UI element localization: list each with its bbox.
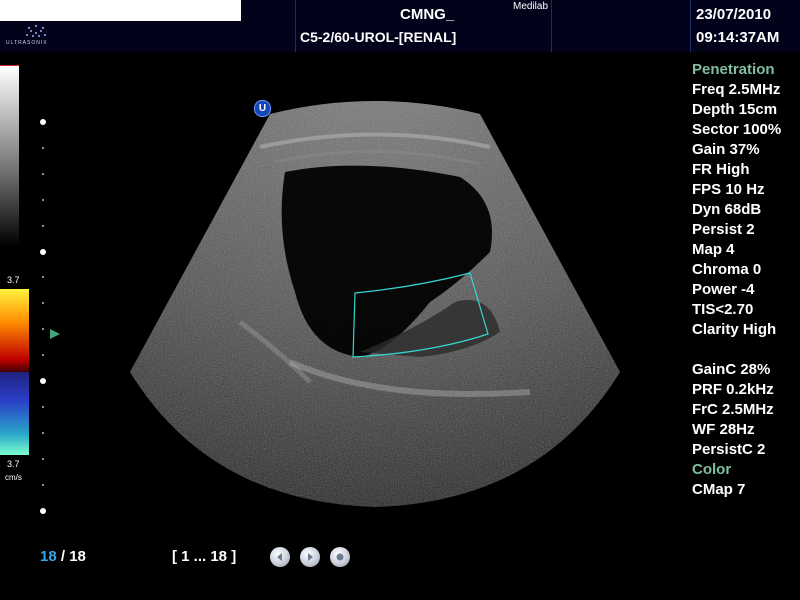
play-button[interactable] — [300, 547, 320, 567]
param-bmode-0: Freq 2.5MHz — [692, 81, 781, 98]
param-bmode-6: Dyn 68dB — [692, 201, 762, 218]
color-scale-min: 3.7 — [7, 459, 20, 469]
logo-text: ULTRASONIX — [6, 40, 48, 46]
param-bmode-11: TIS<2.70 — [692, 301, 754, 318]
exam-title: CMNG_ — [400, 6, 455, 23]
play-icon — [308, 553, 313, 561]
exam-time: 09:14:37AM — [696, 29, 780, 46]
param-bmode-2: Sector 100% — [692, 121, 782, 138]
param-bmode-9: Chroma 0 — [692, 261, 762, 278]
depth-tick-major — [40, 248, 46, 255]
bmode-section-label: Penetration — [692, 61, 775, 78]
exam-date: 23/07/2010 — [696, 6, 772, 23]
frame-current: 18 — [40, 548, 57, 565]
parameter-panel: Penetration Freq 2.5MHz Depth 15cm Sector … — [692, 60, 781, 500]
depth-tick-minor — [42, 198, 44, 201]
stop-button[interactable] — [330, 547, 350, 567]
param-bmode-3: Gain 37% — [692, 141, 760, 158]
depth-tick-major — [40, 507, 46, 514]
depth-tick-minor — [42, 405, 44, 408]
step-back-icon — [277, 553, 282, 561]
logo-icon — [26, 25, 46, 37]
param-cmap: CMap 7 — [692, 481, 746, 498]
probe-preset: C5-2/60-UROL-[RENAL] — [300, 29, 457, 45]
organization-name: Medilab — [513, 1, 549, 12]
frame-range: [ 1 ... 18 ] — [172, 548, 237, 565]
depth-tick-major — [40, 119, 46, 125]
param-bmode-10: Power -4 — [692, 281, 755, 298]
param-bmode-8: Map 4 — [692, 241, 735, 258]
focus-marker-icon[interactable] — [50, 329, 60, 339]
depth-tick-minor — [42, 483, 44, 486]
param-bmode-1: Depth 15cm — [692, 101, 778, 118]
color-scale-positive — [0, 289, 29, 372]
param-color-0: GainC 28% — [692, 361, 771, 378]
color-scale-max: 3.7 — [7, 275, 20, 285]
param-color-2: FrC 2.5MHz — [692, 401, 774, 418]
ultrasound-image[interactable] — [60, 52, 680, 542]
header-divider — [551, 0, 552, 52]
param-bmode-7: Persist 2 — [692, 221, 755, 238]
param-bmode-12: Clarity High — [692, 321, 777, 338]
depth-tick-minor — [42, 146, 44, 149]
depth-tick-minor — [42, 457, 44, 460]
depth-tick-minor — [42, 276, 44, 279]
grayscale-bar — [0, 66, 19, 246]
frame-total: / 18 — [60, 548, 86, 565]
depth-tick-minor — [42, 431, 44, 434]
depth-tick-minor — [42, 172, 44, 175]
depth-tick-major — [40, 378, 46, 384]
header-divider — [690, 0, 691, 52]
velocity-unit: cm/s — [5, 473, 22, 482]
color-scale-negative — [0, 372, 29, 455]
depth-tick-minor — [42, 224, 44, 227]
color-section-label: Color — [692, 461, 732, 478]
depth-tick-minor — [42, 302, 44, 305]
step-back-button[interactable] — [270, 547, 290, 567]
param-color-1: PRF 0.2kHz — [692, 381, 774, 398]
frame-counter: 18 / 18 — [40, 548, 86, 565]
param-color-4: PersistC 2 — [692, 441, 766, 458]
header-divider — [295, 0, 296, 52]
param-color-3: WF 28Hz — [692, 421, 755, 438]
stop-icon — [336, 553, 344, 561]
depth-tick-minor — [42, 328, 44, 331]
param-bmode-5: FPS 10 Hz — [692, 181, 765, 198]
depth-tick-minor — [42, 354, 44, 357]
patient-name-field[interactable] — [0, 0, 241, 21]
orientation-marker-icon: U — [254, 100, 271, 117]
param-bmode-4: FR High — [692, 161, 750, 178]
